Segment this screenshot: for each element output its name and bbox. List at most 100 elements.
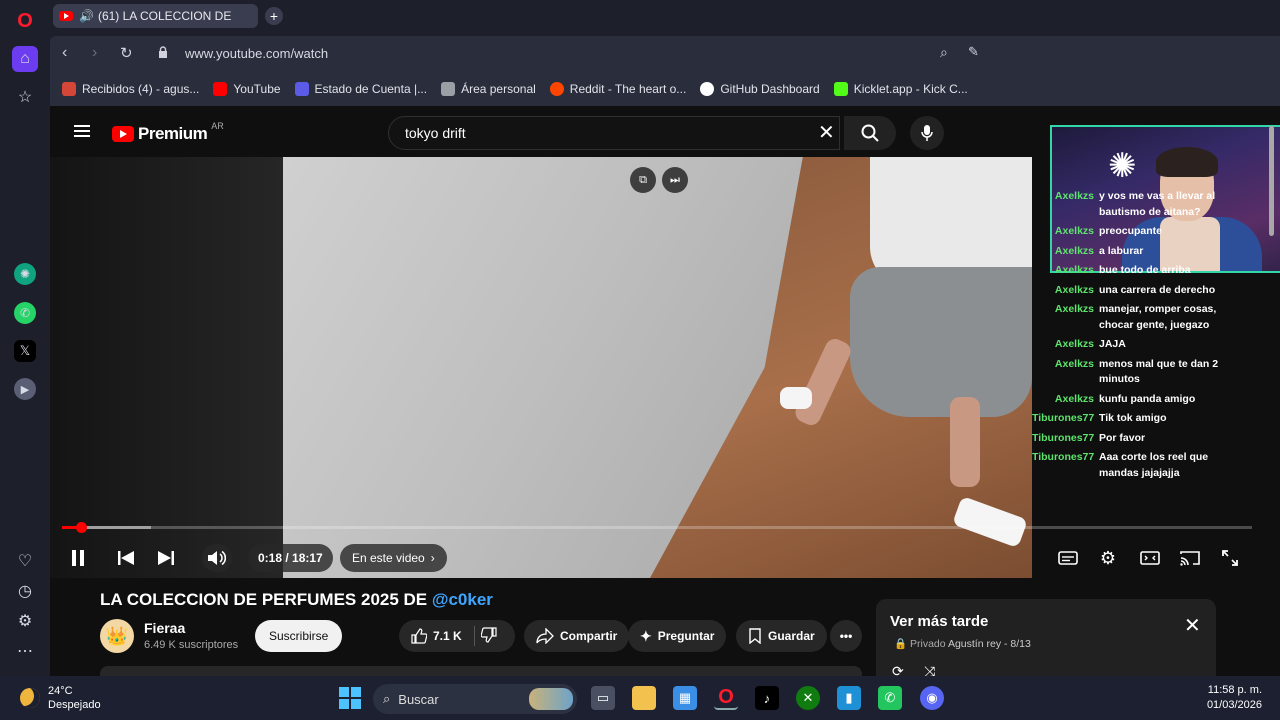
chatgpt-icon[interactable]: ✺: [14, 263, 36, 285]
bookmark-estado-cuenta[interactable]: Estado de Cuenta |...: [294, 82, 427, 96]
player-icon[interactable]: ▶: [14, 378, 36, 400]
cast-icon: [1180, 551, 1200, 566]
edit-icon[interactable]: ✎: [968, 44, 979, 60]
more-actions-button[interactable]: •••: [830, 620, 862, 652]
share-icon: [536, 628, 554, 644]
windows-taskbar: 24°C Despejado ⌕ Buscar ▭ ▦ O ♪ ✕ ▮ ✆ ◉ …: [0, 676, 1280, 720]
channel-avatar[interactable]: 👑: [100, 619, 134, 653]
search-highlight-image: [529, 688, 573, 710]
scrubber-handle[interactable]: [76, 522, 88, 533]
channel-name[interactable]: Fieraa: [144, 620, 185, 636]
close-playlist-button[interactable]: ✕: [1184, 613, 1201, 638]
back-button[interactable]: ‹: [62, 44, 67, 62]
subtitles-button[interactable]: [1056, 544, 1080, 572]
voice-search-button[interactable]: [910, 116, 944, 150]
youtube-favicon-icon: [59, 11, 73, 21]
miniplayer-icon[interactable]: ⧉: [630, 167, 656, 193]
windows-start-icon[interactable]: [338, 686, 362, 710]
clear-search-icon[interactable]: ✕: [818, 120, 835, 145]
menu-icon[interactable]: [74, 125, 90, 137]
dislike-button[interactable]: [480, 626, 497, 646]
scrollbar-thumb[interactable]: [1269, 126, 1274, 236]
bookmark-github[interactable]: GitHub Dashboard: [700, 82, 820, 96]
bookmark-area-personal[interactable]: Área personal: [441, 82, 536, 96]
video-progress-bar[interactable]: [62, 522, 1252, 533]
forward-button[interactable]: ›: [92, 44, 97, 62]
page-scrollbar[interactable]: [1266, 106, 1276, 676]
like-button[interactable]: 7.1 K: [411, 628, 462, 644]
star-icon[interactable]: ☆: [12, 84, 38, 110]
windows-logo-icon: [339, 687, 361, 709]
discord-icon[interactable]: ◉: [920, 686, 944, 710]
previous-icon: [118, 551, 134, 565]
chat-message: Axelkzs y vos me vas a llevar al bautismo…: [1054, 190, 1216, 218]
stream-chat-overlay: Axelkzs y vos me vas a llevar al bautismo…: [1032, 189, 1280, 489]
video-player[interactable]: ⧉ ⏭: [50, 157, 1032, 578]
bookmark-kicklet[interactable]: Kicklet.app - Kick C...: [833, 82, 968, 96]
active-tab[interactable]: 🔊 (61) LA COLECCION DE: [53, 4, 258, 28]
kicklet-icon: [833, 82, 848, 96]
history-icon[interactable]: ◷: [12, 578, 38, 604]
app-icon[interactable]: ▮: [837, 686, 861, 710]
taskbar-search[interactable]: ⌕ Buscar: [373, 684, 577, 714]
microsoft-store-icon[interactable]: ▦: [673, 686, 697, 710]
xbox-icon[interactable]: ✕: [796, 686, 820, 710]
url-field[interactable]: www.youtube.com/watch: [185, 46, 328, 61]
theater-mode-button[interactable]: [1138, 544, 1162, 572]
fullscreen-button[interactable]: [1218, 544, 1242, 572]
bookmark-icon: [749, 628, 761, 644]
volume-button[interactable]: [202, 544, 232, 572]
search-button[interactable]: [844, 116, 896, 150]
search-page-icon[interactable]: ⌕: [940, 44, 948, 61]
bookmarks-bar: Recibidos (4) - agus... YouTube Estado d…: [50, 72, 1280, 106]
bookmark-youtube[interactable]: YouTube: [213, 82, 281, 96]
subscribe-button[interactable]: Suscribirse: [255, 620, 343, 652]
gmail-icon: [62, 82, 76, 96]
bookmark-gmail[interactable]: Recibidos (4) - agus...: [62, 82, 199, 96]
channel-mention-link[interactable]: @c0ker: [432, 590, 493, 609]
chat-message: Axelkzs a laburar: [1054, 244, 1144, 257]
whatsapp-icon[interactable]: ✆: [14, 302, 36, 324]
youtube-logo[interactable]: Premium AR: [112, 121, 224, 144]
weather-status: Despejado: [48, 699, 101, 711]
webcam-hair: [1156, 147, 1218, 177]
x-twitter-icon[interactable]: 𝕏: [14, 340, 36, 362]
tiktok-icon[interactable]: ♪: [755, 686, 779, 710]
search-input[interactable]: tokyo drift: [388, 116, 840, 150]
youtube-icon: [213, 82, 228, 96]
home-icon[interactable]: ⌂: [12, 46, 38, 72]
save-button[interactable]: Guardar: [736, 620, 827, 652]
reload-button[interactable]: ↻: [120, 44, 133, 62]
heart-icon[interactable]: ♡: [12, 548, 38, 574]
new-tab-button[interactable]: +: [265, 7, 283, 25]
more-icon[interactable]: ⋯: [12, 638, 38, 664]
chat-message: Axelkzs bue todo de arriba: [1054, 264, 1191, 276]
cast-button[interactable]: [1178, 544, 1202, 572]
pause-icon: [72, 550, 84, 566]
moon-weather-icon: [20, 688, 40, 708]
subscriber-count: 6.49 K suscriptores: [144, 639, 239, 651]
file-explorer-icon[interactable]: [632, 686, 656, 710]
skip-icon[interactable]: ⏭: [662, 167, 688, 193]
previous-button[interactable]: [114, 544, 138, 572]
ask-button[interactable]: ✦ Preguntar: [628, 620, 727, 652]
task-view-icon[interactable]: ▭: [591, 686, 615, 710]
tab-title: (61) LA COLECCION DE: [97, 9, 232, 23]
video-letterbox: [50, 157, 283, 578]
opera-logo-icon[interactable]: O: [12, 8, 38, 34]
description-box[interactable]: [100, 666, 862, 676]
pause-button[interactable]: [66, 544, 90, 572]
share-button[interactable]: Compartir: [524, 620, 630, 652]
system-clock[interactable]: 11:58 p. m. 01/03/2026: [1207, 683, 1262, 713]
youtube-play-icon: [112, 126, 134, 142]
opera-taskbar-icon[interactable]: O: [714, 686, 738, 710]
subtitles-icon: [1058, 551, 1078, 565]
bookmark-reddit[interactable]: Reddit - The heart o...: [549, 82, 686, 96]
chapters-button[interactable]: En este video ›: [340, 544, 447, 572]
whatsapp-taskbar-icon[interactable]: ✆: [878, 686, 902, 710]
next-button[interactable]: [154, 544, 178, 572]
settings-icon[interactable]: ⚙: [12, 608, 38, 634]
weather-widget[interactable]: 24°C Despejado: [20, 684, 101, 712]
settings-gear-button[interactable]: ⚙: [1096, 544, 1120, 572]
divider: [473, 626, 475, 646]
